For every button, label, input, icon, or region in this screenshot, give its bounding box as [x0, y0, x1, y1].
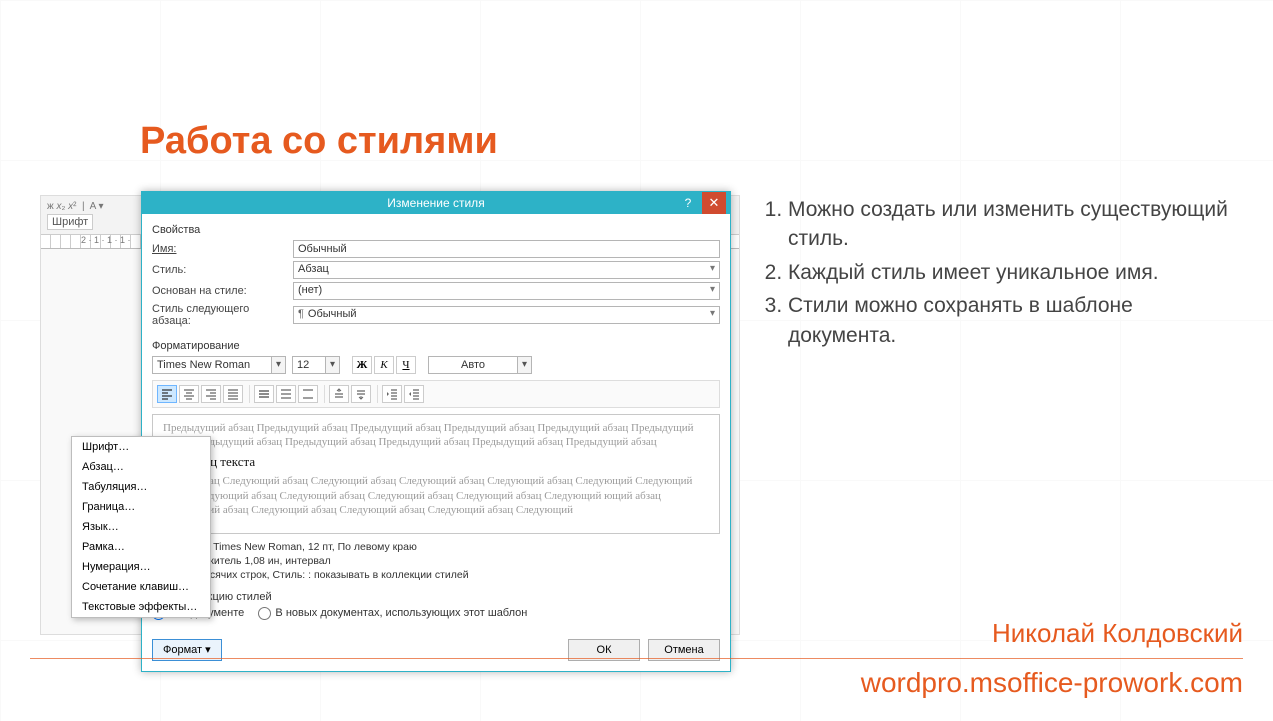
menu-numbering[interactable]: Нумерация…	[72, 557, 210, 577]
new-documents-label: В новых документах, использующих этот ша…	[275, 607, 527, 619]
align-left-button[interactable]	[157, 385, 177, 403]
help-button[interactable]: ?	[676, 192, 700, 214]
menu-language[interactable]: Язык…	[72, 517, 210, 537]
linespacing-1-button[interactable]	[254, 385, 274, 403]
next-style-select[interactable]: Обычный	[293, 306, 720, 324]
word-editor-backdrop: ж x₂ x² | A ▾ Шрифт 2 · 1 · 1 · 1 · Шриф…	[40, 195, 740, 635]
align-justify-button[interactable]	[223, 385, 243, 403]
menu-border[interactable]: Граница…	[72, 497, 210, 517]
menu-text-effects[interactable]: Текстовые эффекты…	[72, 597, 210, 617]
dialog-titlebar: Изменение стиля ? ✕	[142, 192, 730, 214]
next-style-label: Стиль следующего абзаца:	[152, 303, 287, 327]
formatting-section-label: Форматирование	[152, 340, 720, 352]
style-preview: Предыдущий абзац Предыдущий абзац Предыд…	[152, 414, 720, 534]
style-description: умолчанию) Times New Roman, 12 пт, По ле…	[152, 540, 720, 583]
based-on-select[interactable]: (нет)	[293, 282, 720, 300]
name-input[interactable]	[293, 240, 720, 258]
slide-title: Работа со стилями	[140, 120, 498, 163]
new-documents-radio[interactable]	[258, 607, 271, 620]
italic-button[interactable]: К	[374, 356, 394, 374]
properties-section-label: Свойства	[152, 224, 720, 236]
bullet-1: Можно создать или изменить существующий …	[788, 195, 1230, 254]
ribbon-font-group-label: Шрифт	[47, 214, 93, 230]
menu-frame[interactable]: Рамка…	[72, 537, 210, 557]
based-on-label: Основан на стиле:	[152, 285, 287, 297]
font-size-dropdown[interactable]: ▾	[326, 356, 340, 374]
space-before-inc-button[interactable]	[329, 385, 349, 403]
menu-shortcut[interactable]: Сочетание клавиш…	[72, 577, 210, 597]
linespacing-15-button[interactable]	[276, 385, 296, 403]
paragraph-toolbar	[152, 380, 720, 408]
preview-next-text: ющий абзац Следующий абзац Следующий абз…	[163, 474, 709, 517]
divider-line	[30, 658, 1243, 659]
bullet-3: Стили можно сохранять в шаблоне документ…	[788, 291, 1230, 350]
font-color-dropdown[interactable]: ▾	[518, 356, 532, 374]
linespacing-2-button[interactable]	[298, 385, 318, 403]
footer-url: wordpro.msoffice-prowork.com	[861, 667, 1243, 699]
style-type-select[interactable]: Абзац	[293, 261, 720, 279]
align-right-button[interactable]	[201, 385, 221, 403]
align-center-button[interactable]	[179, 385, 199, 403]
modify-style-dialog: Изменение стиля ? ✕ Свойства Имя: Стиль:…	[141, 191, 731, 672]
space-before-dec-button[interactable]	[351, 385, 371, 403]
slide-bullets: Можно создать или изменить существующий …	[760, 195, 1230, 635]
format-context-menu: Шрифт… Абзац… Табуляция… Граница… Язык… …	[71, 436, 211, 618]
font-size-combo[interactable]	[292, 356, 326, 374]
font-name-dropdown[interactable]: ▾	[272, 356, 286, 374]
author-name: Николай Колдовский	[992, 618, 1243, 649]
indent-decrease-button[interactable]	[382, 385, 402, 403]
preview-prev-text: Предыдущий абзац Предыдущий абзац Предыд…	[163, 421, 709, 450]
bold-button[interactable]: Ж	[352, 356, 372, 374]
menu-paragraph[interactable]: Абзац…	[72, 457, 210, 477]
menu-font[interactable]: Шрифт…	[72, 437, 210, 457]
dialog-title-text: Изменение стиля	[387, 196, 484, 210]
name-label: Имя:	[152, 243, 287, 255]
font-color-combo[interactable]	[428, 356, 518, 374]
menu-tabs[interactable]: Табуляция…	[72, 477, 210, 497]
font-name-combo[interactable]	[152, 356, 272, 374]
indent-increase-button[interactable]	[404, 385, 424, 403]
close-button[interactable]: ✕	[702, 192, 726, 214]
preview-sample-text: дин абзац текста	[163, 454, 709, 471]
underline-button[interactable]: Ч	[396, 356, 416, 374]
bullet-2: Каждый стиль имеет уникальное имя.	[788, 258, 1230, 287]
style-type-label: Стиль:	[152, 264, 287, 276]
